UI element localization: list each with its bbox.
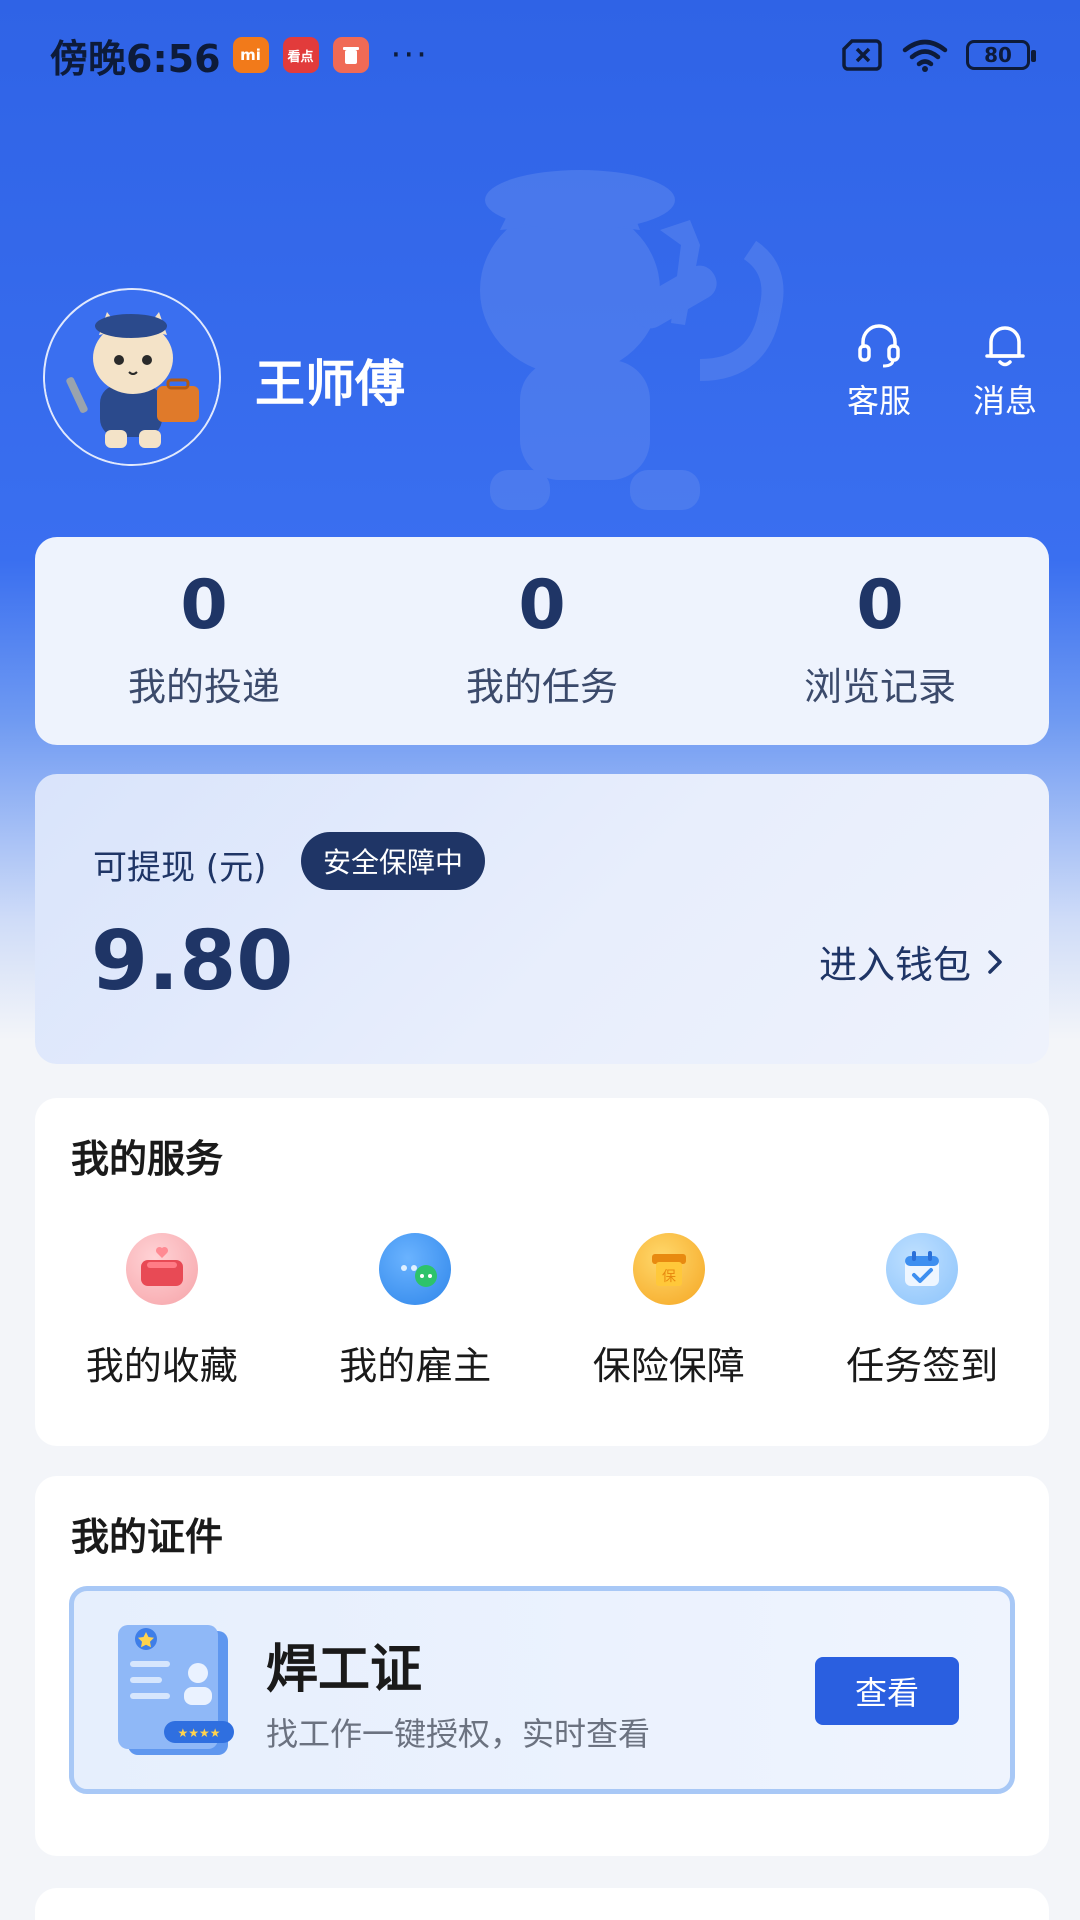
calendar-check-icon [886, 1233, 959, 1305]
status-bar: 傍晚6:56 mi 看点 ··· 80 [0, 0, 1080, 110]
customer-service-label: 客服 [846, 382, 911, 420]
stat-my-tasks[interactable]: 0 我的任务 [373, 565, 711, 711]
bell-icon [985, 326, 1025, 367]
chevron-right-icon [988, 949, 1002, 974]
headset-icon [858, 324, 900, 368]
service-label: 我的雇主 [339, 1344, 492, 1388]
view-certificate-button[interactable]: 查看 [815, 1657, 959, 1725]
status-indicators: 80 [842, 38, 1036, 72]
certificate-name: 焊工证 [266, 1640, 423, 1700]
service-task-checkin[interactable]: 任务签到 [796, 1233, 1050, 1390]
withdrawable-amount: 9.80 [91, 914, 294, 1009]
stat-value: 0 [856, 565, 904, 645]
status-time: 傍晚6:56 [50, 36, 221, 81]
trash-app-icon [332, 37, 369, 73]
certificate-description: 找工作一键授权，实时查看 [266, 1715, 651, 1753]
svg-text:保: 保 [662, 1269, 676, 1285]
next-section-card [35, 1888, 1049, 1920]
service-label: 保险保障 [592, 1344, 745, 1388]
notification-apps: mi 看点 [232, 37, 369, 73]
stat-value: 0 [518, 565, 566, 645]
xiaomi-app-icon: mi [232, 37, 269, 73]
enter-wallet-label: 进入钱包 [818, 943, 971, 987]
service-label: 任务签到 [846, 1344, 999, 1388]
svg-text:★★★★: ★★★★ [177, 1726, 220, 1740]
battery-indicator: 80 [966, 40, 1036, 70]
user-name: 王师傅 [255, 355, 405, 413]
stat-label: 我的投递 [127, 664, 280, 709]
stat-value: 0 [180, 565, 228, 645]
security-badge: 安全保障中 [301, 832, 486, 890]
kandian-app-icon: 看点 [282, 37, 319, 73]
services-card: 我的服务 我的收藏 我的雇主 保 保险保障 任务签到 [35, 1098, 1049, 1446]
certificates-card: 我的证件 ★★★★ 焊工证 找工作一键授权，实时查看 查看 [35, 1476, 1049, 1856]
services-grid: 我的收藏 我的雇主 保 保险保障 任务签到 [35, 1233, 1049, 1390]
battery-level: 80 [984, 43, 1012, 67]
wifi-icon [902, 39, 948, 72]
mascot-avatar-icon [45, 290, 219, 464]
certificate-document-icon: ★★★★ [118, 1625, 234, 1755]
withdrawable-label: 可提现 (元) [93, 848, 267, 888]
stat-label: 浏览记录 [803, 664, 956, 709]
employer-chat-icon [379, 1233, 452, 1305]
service-favorites[interactable]: 我的收藏 [35, 1233, 289, 1390]
stats-card: 0 我的投递 0 我的任务 0 浏览记录 [35, 537, 1049, 745]
customer-service-button[interactable]: 客服 [829, 322, 929, 422]
messages-button[interactable]: 消息 [955, 322, 1055, 422]
avatar[interactable] [43, 288, 221, 466]
insurance-icon: 保 [632, 1233, 705, 1305]
stat-label: 我的任务 [465, 664, 618, 709]
certificates-title: 我的证件 [71, 1515, 224, 1559]
stat-my-deliveries[interactable]: 0 我的投递 [35, 565, 373, 711]
wallet-card: 可提现 (元) 安全保障中 9.80 进入钱包 [35, 774, 1049, 1064]
stat-browsing-history[interactable]: 0 浏览记录 [711, 565, 1049, 711]
service-label: 我的收藏 [85, 1344, 238, 1388]
enter-wallet-link[interactable]: 进入钱包 [819, 934, 1003, 989]
certificate-item[interactable]: ★★★★ 焊工证 找工作一键授权，实时查看 查看 [69, 1586, 1015, 1794]
service-insurance[interactable]: 保 保险保障 [542, 1233, 796, 1390]
mascot-background-illustration [480, 170, 784, 510]
services-title: 我的服务 [71, 1137, 224, 1181]
service-employers[interactable]: 我的雇主 [289, 1233, 543, 1390]
messages-label: 消息 [972, 382, 1037, 420]
more-notifications-icon: ··· [390, 35, 429, 75]
favorites-icon [125, 1233, 198, 1305]
sim-no-signal-icon [842, 39, 882, 71]
